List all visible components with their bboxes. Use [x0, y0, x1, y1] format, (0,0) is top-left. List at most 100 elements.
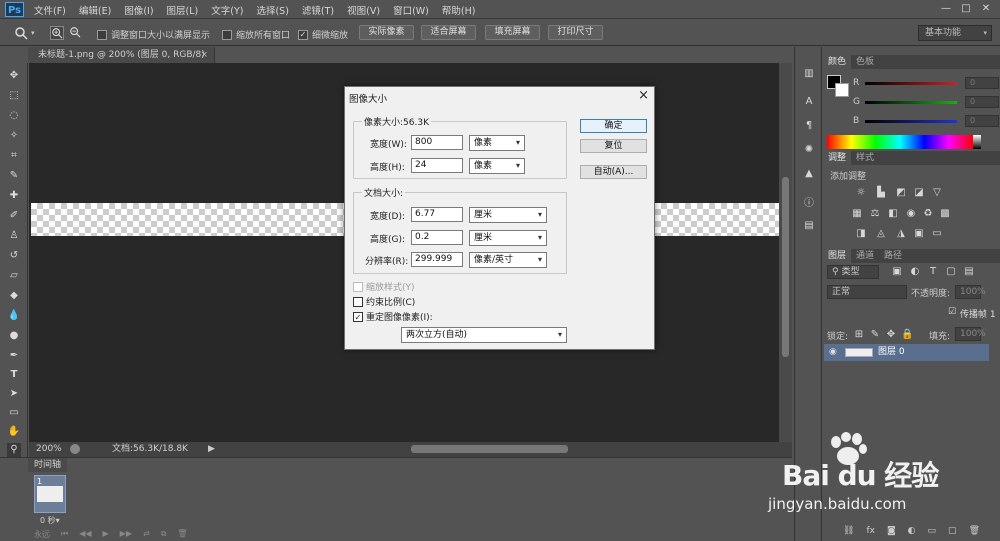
- fill-input[interactable]: 100%: [955, 327, 986, 341]
- tool-preset-chevron-icon[interactable]: ▾: [31, 26, 39, 40]
- doc-width-unit-select[interactable]: 厘米 ▾: [469, 207, 547, 223]
- invert-icon[interactable]: ◨: [855, 228, 867, 240]
- horizontal-scroll-thumb[interactable]: [411, 445, 568, 453]
- red-track[interactable]: [865, 81, 957, 85]
- width-unit-select[interactable]: 像素 ▾: [469, 135, 525, 151]
- history-icon[interactable]: ▥: [802, 67, 816, 81]
- delete-frame-icon[interactable]: 🗑: [177, 529, 187, 540]
- duplicate-frame-icon[interactable]: ⧉: [161, 529, 167, 540]
- eraser-tool-icon[interactable]: ▱: [7, 269, 21, 283]
- properties-icon[interactable]: ▤: [802, 219, 816, 233]
- green-value[interactable]: 0: [965, 96, 999, 108]
- menu-help[interactable]: 帮助(H): [442, 3, 476, 17]
- pen-tool-icon[interactable]: ✒: [7, 349, 21, 363]
- grayscale-ramp[interactable]: [973, 135, 981, 149]
- resolution-unit-select[interactable]: 像素/英寸 ▾: [469, 252, 547, 268]
- levels-icon[interactable]: ▙: [875, 187, 887, 199]
- link-layers-icon[interactable]: ⛓: [843, 526, 854, 536]
- brightness-contrast-icon[interactable]: ☼: [855, 187, 867, 199]
- previous-frame-icon[interactable]: ◀◀: [79, 529, 91, 540]
- loop-options[interactable]: 永远: [34, 529, 50, 540]
- hue-saturation-icon[interactable]: ▦: [851, 208, 863, 220]
- blend-mode-select[interactable]: 正常: [827, 285, 907, 299]
- play-icon[interactable]: ▶: [103, 529, 109, 540]
- black-white-icon[interactable]: ◧: [887, 208, 899, 220]
- blue-track[interactable]: [865, 119, 957, 123]
- resample-method-select[interactable]: 两次立方(自动) ▾: [401, 327, 567, 343]
- lock-transparency-icon[interactable]: ⊞: [853, 329, 865, 341]
- delete-layer-icon[interactable]: 🗑: [969, 526, 980, 536]
- eyedropper-tool-icon[interactable]: ✎: [7, 169, 21, 183]
- green-track[interactable]: [865, 100, 957, 104]
- menu-window[interactable]: 窗口(W): [393, 3, 429, 17]
- exposure-icon[interactable]: ◪: [913, 187, 925, 199]
- shape-filter-icon[interactable]: ▢: [945, 266, 957, 278]
- type-tool-icon[interactable]: T: [7, 368, 21, 382]
- rectangle-tool-icon[interactable]: ▭: [7, 406, 21, 420]
- paragraph-icon[interactable]: ¶: [802, 119, 816, 133]
- opacity-input[interactable]: 100%: [955, 285, 986, 299]
- visibility-eye-icon[interactable]: ◉: [829, 344, 837, 361]
- resample-image-checkbox[interactable]: ✓ 重定图像像素(I):: [353, 310, 433, 323]
- fill-screen-button[interactable]: 填充屏幕: [485, 25, 540, 40]
- new-group-icon[interactable]: ▭: [928, 526, 937, 536]
- channel-mixer-icon[interactable]: ♻: [922, 208, 934, 220]
- type-filter-icon[interactable]: T: [927, 266, 939, 278]
- history-brush-tool-icon[interactable]: ↺: [7, 249, 21, 263]
- character-icon[interactable]: A: [802, 95, 816, 109]
- actual-pixels-button[interactable]: 实际像素: [359, 25, 414, 40]
- zoom-in-icon[interactable]: [50, 26, 64, 40]
- menu-layer[interactable]: 图层(L): [167, 3, 199, 17]
- lock-all-icon[interactable]: 🔒: [901, 329, 913, 341]
- quick-select-tool-icon[interactable]: ✧: [7, 129, 21, 143]
- doc-width-input[interactable]: 6.77: [411, 207, 463, 222]
- green-slider[interactable]: G 0: [853, 96, 999, 108]
- color-lookup-icon[interactable]: ▩: [939, 208, 951, 220]
- height-input[interactable]: 24: [411, 158, 463, 173]
- vibrance-icon[interactable]: ▽: [931, 187, 943, 199]
- tab-paths[interactable]: 路径: [879, 249, 907, 263]
- pixel-filter-icon[interactable]: ▣: [891, 266, 903, 278]
- layer-style-icon[interactable]: fx: [866, 526, 875, 536]
- document-tab[interactable]: 未标题-1.png @ 200% (图层 0, RGB/8) ×: [28, 47, 215, 63]
- doc-height-unit-select[interactable]: 厘米 ▾: [469, 230, 547, 246]
- minimize-button[interactable]: —: [936, 1, 956, 16]
- tab-channels[interactable]: 通道: [851, 249, 879, 263]
- photo-filter-icon[interactable]: ◉: [905, 208, 917, 220]
- maximize-button[interactable]: □: [956, 1, 976, 16]
- first-frame-icon[interactable]: ⏮: [61, 529, 68, 540]
- lock-position-icon[interactable]: ✥: [885, 329, 897, 341]
- clone-stamp-tool-icon[interactable]: ♙: [7, 229, 21, 243]
- marquee-tool-icon[interactable]: ⬚: [7, 89, 21, 103]
- auto-button[interactable]: 自动(A)...: [580, 165, 647, 179]
- actions-icon[interactable]: ▲: [802, 167, 816, 181]
- tab-adjustments[interactable]: 调整: [823, 151, 852, 165]
- zoom-all-windows-checkbox[interactable]: 缩放所有窗口: [222, 28, 290, 41]
- hand-tool-icon[interactable]: ✋: [7, 425, 21, 439]
- fit-screen-button[interactable]: 适合屏幕: [421, 25, 476, 40]
- print-size-button[interactable]: 打印尺寸: [548, 25, 603, 40]
- tab-styles[interactable]: 样式: [851, 151, 879, 165]
- next-frame-icon[interactable]: ▶▶: [120, 529, 132, 540]
- menu-view[interactable]: 视图(V): [347, 3, 380, 17]
- new-layer-icon[interactable]: ▢: [948, 526, 957, 536]
- dodge-tool-icon[interactable]: ●: [7, 329, 21, 343]
- menu-filter[interactable]: 滤镜(T): [302, 3, 334, 17]
- red-value[interactable]: 0: [965, 77, 999, 89]
- brush-tool-icon[interactable]: ✐: [7, 209, 21, 223]
- scale-styles-checkbox[interactable]: 缩放样式(Y): [353, 280, 415, 293]
- curves-icon[interactable]: ◩: [895, 187, 907, 199]
- width-input[interactable]: 800: [411, 135, 463, 150]
- path-selection-tool-icon[interactable]: ➤: [7, 387, 21, 401]
- close-window-button[interactable]: ✕: [976, 1, 996, 16]
- move-tool-icon[interactable]: ✥: [7, 69, 21, 83]
- menu-type[interactable]: 文字(Y): [211, 3, 243, 17]
- ok-button[interactable]: 确定: [580, 119, 647, 133]
- vertical-scroll-thumb[interactable]: [782, 177, 789, 357]
- menu-select[interactable]: 选择(S): [256, 3, 288, 17]
- resolution-input[interactable]: 299.999: [411, 252, 463, 267]
- doc-height-input[interactable]: 0.2: [411, 230, 463, 245]
- status-menu-arrow-icon[interactable]: ▶: [208, 442, 215, 457]
- frame-delay[interactable]: 0 秒▾: [40, 515, 60, 526]
- zoom-tool-icon[interactable]: [14, 26, 28, 40]
